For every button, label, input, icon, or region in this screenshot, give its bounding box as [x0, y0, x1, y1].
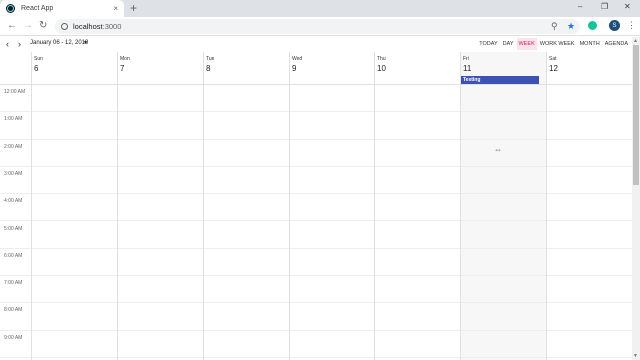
restore-icon[interactable]: ❐ [601, 2, 608, 11]
browser-tabstrip: React App × + – ❐ ✕ [0, 0, 640, 17]
view-month-button[interactable]: Month [578, 38, 602, 50]
chevron-down-icon[interactable]: ▼ [83, 40, 88, 46]
hour-row[interactable]: 3:00 AM [0, 167, 632, 195]
day-header-sun[interactable]: Sun 6 [31, 52, 117, 85]
column-divider [31, 85, 32, 360]
day-header-thu[interactable]: Thu 10 [374, 52, 460, 85]
day-name: Sat [549, 56, 557, 62]
back-arrow-icon[interactable]: ← [7, 20, 17, 32]
day-number: 12 [549, 64, 558, 73]
view-today-button[interactable]: Today [477, 38, 499, 50]
day-name: Tue [206, 56, 215, 62]
hour-row[interactable]: 2:00 AM [0, 140, 632, 167]
day-name: Thu [377, 56, 386, 62]
day-number: 11 [463, 64, 472, 73]
view-work-week-button[interactable]: Work Week [538, 38, 577, 50]
day-number: 9 [292, 64, 297, 73]
day-header-tue[interactable]: Tue 8 [203, 52, 289, 85]
hour-row[interactable]: 9:00 AM [0, 331, 632, 358]
url-host: localhost [73, 22, 103, 31]
new-tab-button[interactable]: + [130, 2, 137, 14]
view-week-button[interactable]: Week [516, 38, 537, 50]
column-divider [546, 85, 547, 360]
view-switcher: Today Day Week Work Week Month Agenda [477, 38, 630, 50]
browser-toolbar: ← → ↻ localhost :3000 ⚲ ★ S ⋮ [0, 17, 640, 36]
time-grid[interactable]: 12:00 AM 1:00 AM 2:00 AM 3:00 AM 4:00 AM… [0, 85, 632, 360]
hour-row[interactable]: 5:00 AM [0, 222, 632, 249]
zoom-icon[interactable]: ⚲ [551, 21, 558, 31]
next-week-icon[interactable]: › [18, 39, 21, 49]
scroll-thumb[interactable] [633, 45, 639, 185]
hour-label: 4:00 AM [4, 198, 23, 205]
day-header-wed[interactable]: Wed 9 [289, 52, 375, 85]
calendar-event[interactable]: Testing [461, 76, 539, 84]
hour-row[interactable]: 4:00 AM [0, 194, 632, 222]
prev-week-icon[interactable]: ‹ [6, 39, 9, 49]
scroll-down-icon[interactable]: ▼ [633, 353, 638, 359]
hour-label: 3:00 AM [4, 170, 23, 177]
column-divider [460, 85, 461, 360]
hour-row[interactable]: 6:00 AM [0, 249, 632, 277]
day-header-sat[interactable]: Sat 12 [546, 52, 632, 85]
view-agenda-button[interactable]: Agenda [603, 38, 630, 50]
reload-icon[interactable]: ↻ [39, 20, 47, 32]
star-icon[interactable]: ★ [567, 21, 575, 31]
column-divider [374, 85, 375, 360]
tab-close-icon[interactable]: × [113, 4, 118, 13]
column-divider [203, 85, 204, 360]
day-number: 10 [377, 64, 386, 73]
scroll-up-icon[interactable]: ▲ [633, 38, 638, 44]
column-divider [289, 85, 290, 360]
day-number: 6 [34, 64, 39, 73]
browser-tab[interactable]: React App × [0, 0, 124, 17]
close-window-icon[interactable]: ✕ [624, 2, 631, 11]
day-name: Mon [120, 56, 130, 62]
url-port: :3000 [102, 22, 122, 31]
forward-arrow-icon[interactable]: → [23, 20, 33, 32]
minimize-icon[interactable]: – [578, 2, 582, 11]
hour-label: 8:00 AM [4, 307, 23, 314]
profile-avatar[interactable]: S [609, 20, 620, 31]
day-name: Fri [463, 56, 469, 62]
day-header-mon[interactable]: Mon 7 [117, 52, 203, 85]
tab-title: React App [21, 5, 54, 12]
view-day-button[interactable]: Day [501, 38, 516, 50]
info-icon[interactable] [61, 23, 68, 30]
calendar-toolbar: ‹ › January 06 - 12, 2019 ▼ Today Day We… [0, 37, 632, 52]
date-range[interactable]: January 06 - 12, 2019 [30, 40, 88, 46]
day-name: Sun [34, 56, 43, 62]
menu-icon[interactable]: ⋮ [627, 20, 636, 30]
day-number: 8 [206, 64, 211, 73]
react-favicon-icon [6, 4, 15, 13]
day-name: Wed [292, 56, 303, 62]
hour-label: 1:00 AM [4, 116, 23, 123]
column-divider [117, 85, 118, 360]
hour-row[interactable]: 8:00 AM [0, 303, 632, 331]
hour-row[interactable]: 1:00 AM [0, 112, 632, 140]
hour-label: 12:00 AM [4, 89, 26, 95]
day-number: 7 [120, 64, 125, 73]
hour-label: 6:00 AM [4, 252, 23, 259]
hour-label: 2:00 AM [4, 143, 23, 150]
hour-label: 5:00 AM [4, 225, 23, 232]
hour-label: 7:00 AM [4, 280, 23, 287]
week-grid: Sun 6 Mon 7 Tue 8 Wed 9 Thu 10 Fri 11 Sa… [0, 52, 632, 360]
address-bar[interactable]: localhost :3000 ⚲ ★ [55, 19, 580, 34]
resize-cursor-icon: ⇔ [494, 145, 502, 154]
extension-icon[interactable] [588, 21, 597, 30]
page-scrollbar[interactable]: ▲ ▼ [632, 37, 640, 360]
hour-row[interactable]: 7:00 AM [0, 276, 632, 304]
hour-row[interactable]: 12:00 AM [0, 85, 632, 113]
hour-label: 9:00 AM [4, 334, 23, 341]
